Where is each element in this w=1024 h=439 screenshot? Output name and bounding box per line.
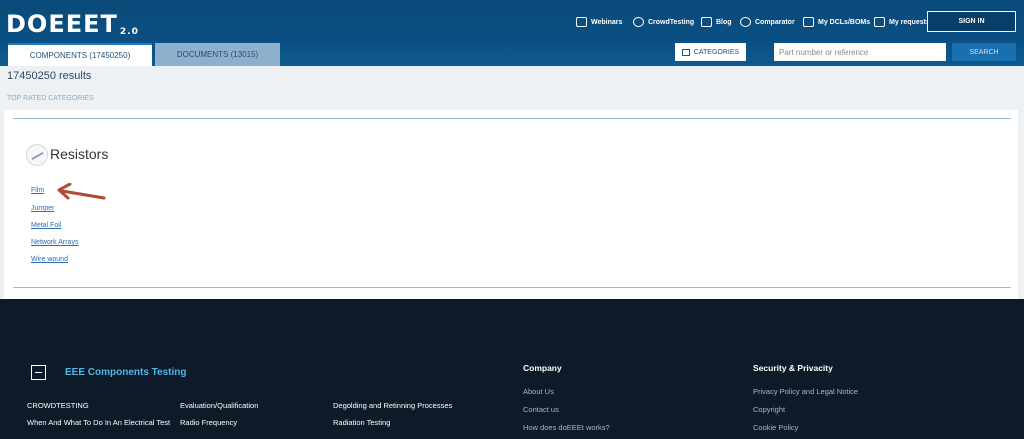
categories-icon [681, 48, 690, 56]
top-rated-heading: TOP RATED CATEGORIES [7, 95, 94, 102]
document-icon [701, 17, 712, 27]
results-count: 17450250 results [7, 70, 92, 82]
top-header: DOEEET 2.0 Webinars CrowdTesting Blog Com… [0, 0, 1024, 66]
footer-link[interactable]: Privacy Policy and Legal Notice [753, 387, 858, 396]
categories-button[interactable]: CATEGORIES [675, 43, 746, 61]
footer-link[interactable]: Radio Frequency [180, 418, 237, 427]
nav-label: Blog [716, 18, 732, 26]
file-icon [874, 17, 885, 27]
subcategory-link-metal-foil[interactable]: Metal Foil [31, 222, 61, 229]
logo-version: 2.0 [119, 27, 139, 37]
nav-label: My DCLs/BOMs [818, 18, 871, 26]
subcategory-link-jumper[interactable]: Jumper [31, 205, 54, 212]
footer-link[interactable]: About Us [523, 387, 554, 396]
nav-dcls-boms[interactable]: My DCLs/BOMs [803, 16, 870, 28]
footer-link[interactable]: How does doEEEt works? [523, 423, 610, 432]
monitor-icon [576, 17, 587, 27]
nav-comparator[interactable]: Comparator [740, 16, 795, 28]
footer-link[interactable]: Radiation Testing [333, 418, 390, 427]
nav-my-requests[interactable]: My requests [874, 16, 930, 28]
footer-link[interactable]: Cookie Policy [753, 423, 798, 432]
categories-label: CATEGORIES [693, 48, 740, 56]
search-button[interactable]: SEARCH [952, 43, 1016, 61]
footer-link[interactable]: Degolding and Retinning Processes [333, 401, 452, 410]
category-title[interactable]: Resistors [50, 146, 108, 162]
sign-in-button[interactable]: SIGN IN [927, 11, 1016, 32]
top-divider [13, 118, 1011, 119]
nav-label: CrowdTesting [648, 18, 695, 26]
search-input[interactable]: Part number or reference [774, 43, 946, 61]
category-panel: Resistors Film Jumper Metal Foil Network… [4, 110, 1018, 299]
nav-crowdtesting[interactable]: CrowdTesting [633, 16, 694, 28]
resistor-icon [26, 144, 48, 166]
tab-components[interactable]: COMPONENTS (17450250) [8, 43, 152, 66]
footer-heading-company: Company [523, 363, 562, 373]
nav-label: Comparator [755, 18, 795, 26]
logo-text: DOEEET [6, 10, 118, 38]
subcategory-link-wire-wound[interactable]: Wire wound [31, 256, 68, 263]
footer-link[interactable]: CROWDTESTING [27, 401, 89, 410]
subcategory-link-network-arrays[interactable]: Network Arrays [31, 239, 78, 246]
site-footer: EEE Components Testing CROWDTESTING When… [0, 299, 1024, 439]
footer-link[interactable]: When And What To Do In An Electrical Tes… [27, 418, 170, 427]
tab-documents[interactable]: DOCUMENTS (13015) [155, 43, 280, 66]
annotation-arrow-icon [57, 183, 106, 200]
nav-label: Webinars [591, 18, 623, 26]
footer-brand[interactable]: EEE Components Testing [65, 367, 187, 378]
collapse-icon[interactable] [31, 365, 46, 380]
compare-icon [740, 17, 751, 27]
footer-link[interactable]: Evaluation/Qualification [180, 401, 258, 410]
nav-webinars[interactable]: Webinars [576, 16, 622, 28]
lightbulb-icon [633, 17, 644, 27]
nav-blog[interactable]: Blog [701, 16, 732, 28]
site-logo[interactable]: DOEEET 2.0 [6, 10, 139, 38]
list-icon [803, 17, 814, 27]
footer-heading-security: Security & Privacity [753, 363, 833, 373]
nav-label: My requests [889, 18, 930, 26]
subcategory-link-film[interactable]: Film [31, 187, 44, 194]
footer-link[interactable]: Copyright [753, 405, 785, 414]
footer-link[interactable]: Contact us [523, 405, 559, 414]
bottom-divider [13, 287, 1011, 288]
